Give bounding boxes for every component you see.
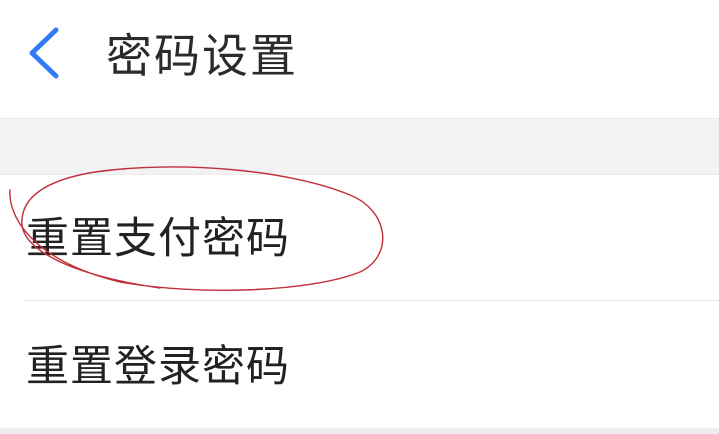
bottom-edge <box>0 428 719 434</box>
section-spacer <box>0 118 719 175</box>
list-item-label: 重置支付密码 <box>26 214 290 264</box>
reset-payment-password-item[interactable]: 重置支付密码 <box>0 175 719 301</box>
page-title: 密码设置 <box>106 29 298 83</box>
chevron-left-icon <box>29 27 59 79</box>
back-button[interactable] <box>18 18 78 88</box>
reset-login-password-item[interactable]: 重置登录密码 <box>0 301 719 427</box>
top-navigation-bar: 密码设置 <box>0 0 719 118</box>
password-settings-screen: 密码设置 重置支付密码 重置登录密码 <box>0 0 719 434</box>
list-item-label: 重置登录密码 <box>26 342 290 392</box>
settings-list: 重置支付密码 重置登录密码 <box>0 175 719 428</box>
